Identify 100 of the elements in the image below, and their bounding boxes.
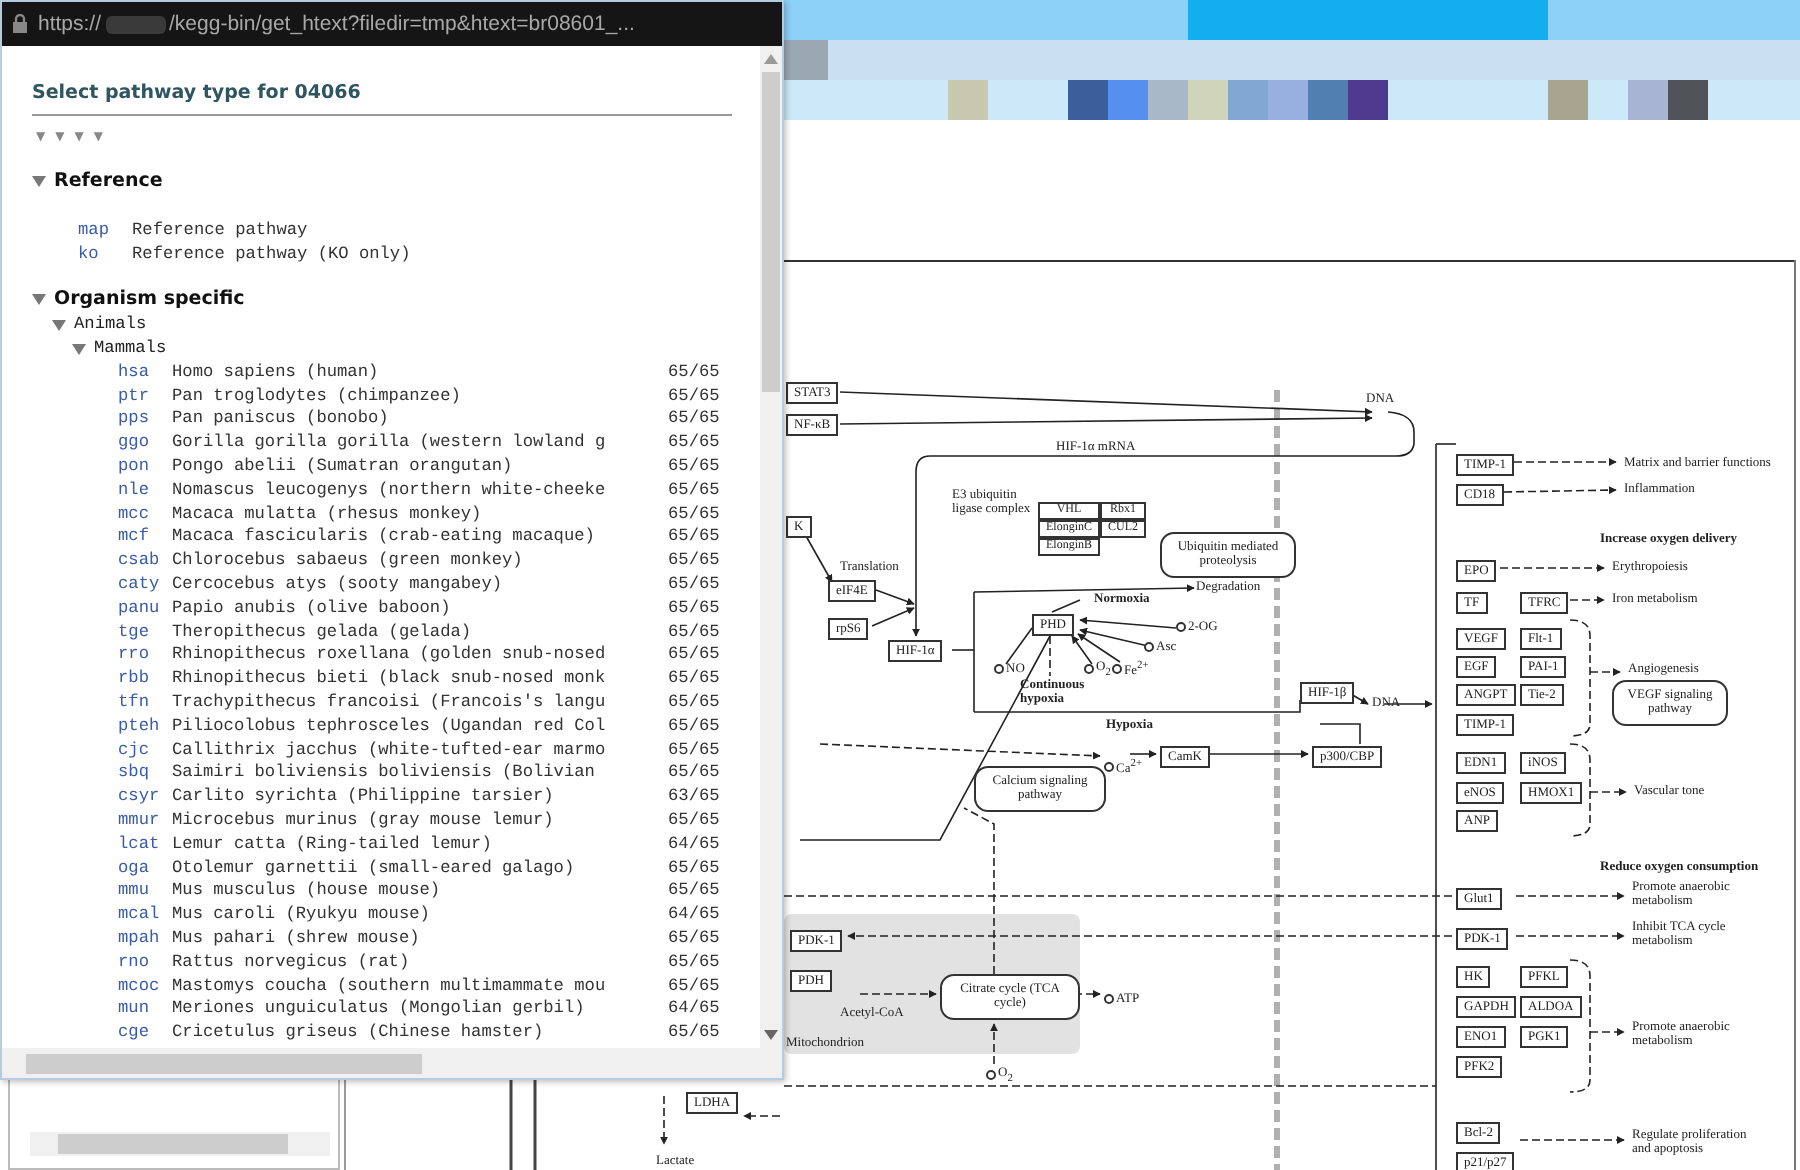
organism-code-link[interactable]: rro <box>118 644 172 665</box>
pathway-name: Homo sapiens (human) <box>172 361 381 382</box>
gene-count: 65/65 <box>668 479 720 500</box>
dialog-title: Select pathway type for 04066 <box>32 82 363 104</box>
category-label[interactable]: Mammals <box>94 338 167 358</box>
expand-toggle-icon[interactable] <box>32 291 46 305</box>
dashed-line <box>1569 743 1591 837</box>
gene-count: 65/65 <box>668 526 720 547</box>
dashed-arrow <box>1515 892 1625 900</box>
pathway-name: Rhinopithecus bieti (black snub-nosed monk <box>172 668 608 689</box>
gene-count: 65/65 <box>668 880 720 901</box>
dashed-arrow <box>859 990 937 998</box>
horizontal-scrollbar[interactable] <box>30 1132 330 1156</box>
gene-count: 65/65 <box>668 456 720 477</box>
pathway-name: Mus musculus (house mouse) <box>172 880 443 901</box>
gene-count: 65/65 <box>668 739 720 760</box>
pathway-name: Lemur catta (Ring-tailed lemur) <box>172 833 494 854</box>
pathway-name: Cercocebus atys (sooty mangabey) <box>172 574 505 595</box>
organism-code-link[interactable]: tge <box>118 621 172 642</box>
organism-code-link[interactable]: ko <box>78 244 132 264</box>
gene-count: 65/65 <box>668 408 720 429</box>
organism-code-link[interactable]: mmur <box>118 810 172 831</box>
horizontal-scrollbar[interactable] <box>2 1048 782 1078</box>
scroll-up-icon[interactable] <box>764 54 778 64</box>
pathway-name: Carlito syrichta (Philippine tarsier) <box>172 786 556 807</box>
organism-code-link[interactable]: pon <box>118 456 172 477</box>
organism-code-link[interactable]: ptr <box>118 385 172 406</box>
category-label[interactable]: Organism specific <box>54 287 245 309</box>
pathway-name: Reference pathway (KO only) <box>132 244 413 264</box>
organism-code-link[interactable]: map <box>78 220 132 240</box>
dashed-arrow <box>1589 788 1627 796</box>
organism-code-link[interactable]: panu <box>118 597 172 618</box>
pathway-name: Pan troglodytes (chimpanzee) <box>172 385 463 406</box>
organism-code-link[interactable]: mpah <box>118 928 172 949</box>
dashed-arrow <box>1519 1136 1625 1144</box>
expand-toggle-icon[interactable] <box>32 173 46 187</box>
dashed-arrow <box>1503 486 1617 495</box>
gene-count: 65/65 <box>668 644 720 665</box>
pathway-name: Gorilla gorilla gorilla (western lowland g <box>172 432 608 453</box>
gene-count: 64/65 <box>668 833 720 854</box>
organism-code-link[interactable]: cge <box>118 1022 172 1043</box>
organism-code-link[interactable]: mmu <box>118 880 172 901</box>
pathway-name: Meriones unguiculatus (Mongolian gerbil) <box>172 998 587 1019</box>
gene-count: 65/65 <box>668 928 720 949</box>
organism-code-link[interactable]: hsa <box>118 361 172 382</box>
pathway-name: Mus pahari (shrew mouse) <box>172 928 422 949</box>
pathway-name: Reference pathway <box>132 220 310 240</box>
gene-count: 65/65 <box>668 668 720 689</box>
organism-code-link[interactable]: ggo <box>118 432 172 453</box>
organism-code-link[interactable]: rbb <box>118 668 172 689</box>
pathway-name: Rhinopithecus roxellana (golden snub-nosed <box>172 644 608 665</box>
expand-toggle-icon[interactable] <box>72 341 86 355</box>
organism-code-link[interactable]: nle <box>118 479 172 500</box>
organism-code-link[interactable]: tfn <box>118 692 172 713</box>
organism-code-link[interactable]: lcat <box>118 833 172 854</box>
gene-count: 65/65 <box>668 1022 720 1043</box>
organism-code-link[interactable]: rno <box>118 951 172 972</box>
organism-code-link[interactable]: sbq <box>118 762 172 783</box>
pathway-name: Nomascus leucogenys (northern white-cheeke <box>172 479 608 500</box>
dashed-arrow <box>1513 458 1617 466</box>
category-label[interactable]: Reference <box>54 169 163 191</box>
pathway-name: Pan paniscus (bonobo) <box>172 408 391 429</box>
dashed-arrow <box>1589 668 1621 676</box>
pathway-name: Trachypithecus francoisi (Francois's langu <box>172 692 608 713</box>
gene-count: 65/65 <box>668 361 720 382</box>
pathway-name: Mus caroli (Ryukyu mouse) <box>172 904 432 925</box>
organism-code-link[interactable]: oga <box>118 857 172 878</box>
organism-code-link[interactable]: mcal <box>118 904 172 925</box>
pathway-name: Otolemur garnettii (small-eared galago) <box>172 857 577 878</box>
lock-icon <box>12 14 28 34</box>
organism-code-link[interactable]: pteh <box>118 715 172 736</box>
organism-code-link[interactable]: mcoc <box>118 975 172 996</box>
vertical-scrollbar[interactable] <box>760 46 782 1048</box>
organism-code-link[interactable]: mcf <box>118 526 172 547</box>
gene-count: 65/65 <box>668 432 720 453</box>
pathway-name: Pongo abelii (Sumatran orangutan) <box>172 456 515 477</box>
pathway-name: Macaca mulatta (rhesus monkey) <box>172 503 484 524</box>
gene-count: 65/65 <box>668 503 720 524</box>
gene-count: 65/65 <box>668 385 720 406</box>
pathway-name: Chlorocebus sabaeus (green monkey) <box>172 550 525 571</box>
scroll-down-icon[interactable] <box>764 1030 778 1040</box>
organism-code-link[interactable]: caty <box>118 574 172 595</box>
category-label[interactable]: Animals <box>74 314 147 334</box>
dashed-arrow <box>1589 1028 1625 1036</box>
pathway-name: Piliocolobus tephrosceles (Ugandan red Col <box>172 715 608 736</box>
gene-count: 65/65 <box>668 621 720 642</box>
dashed-arrow <box>990 1023 998 1065</box>
url-scheme: https:// <box>38 12 102 36</box>
pathway-name: Rattus norvegicus (rat) <box>172 951 412 972</box>
arrow <box>1129 750 1157 758</box>
expand-toggle-icon[interactable] <box>52 317 66 331</box>
organism-code-link[interactable]: mun <box>118 998 172 1019</box>
pathway-name: Saimiri boliviensis boliviensis (Bolivian <box>172 762 597 783</box>
organism-code-link[interactable]: pps <box>118 408 172 429</box>
organism-code-link[interactable]: mcc <box>118 503 172 524</box>
gene-count: 64/65 <box>668 998 720 1019</box>
connector-line <box>1051 599 1081 613</box>
organism-code-link[interactable]: csab <box>118 550 172 571</box>
organism-code-link[interactable]: cjc <box>118 739 172 760</box>
organism-code-link[interactable]: csyr <box>118 786 172 807</box>
